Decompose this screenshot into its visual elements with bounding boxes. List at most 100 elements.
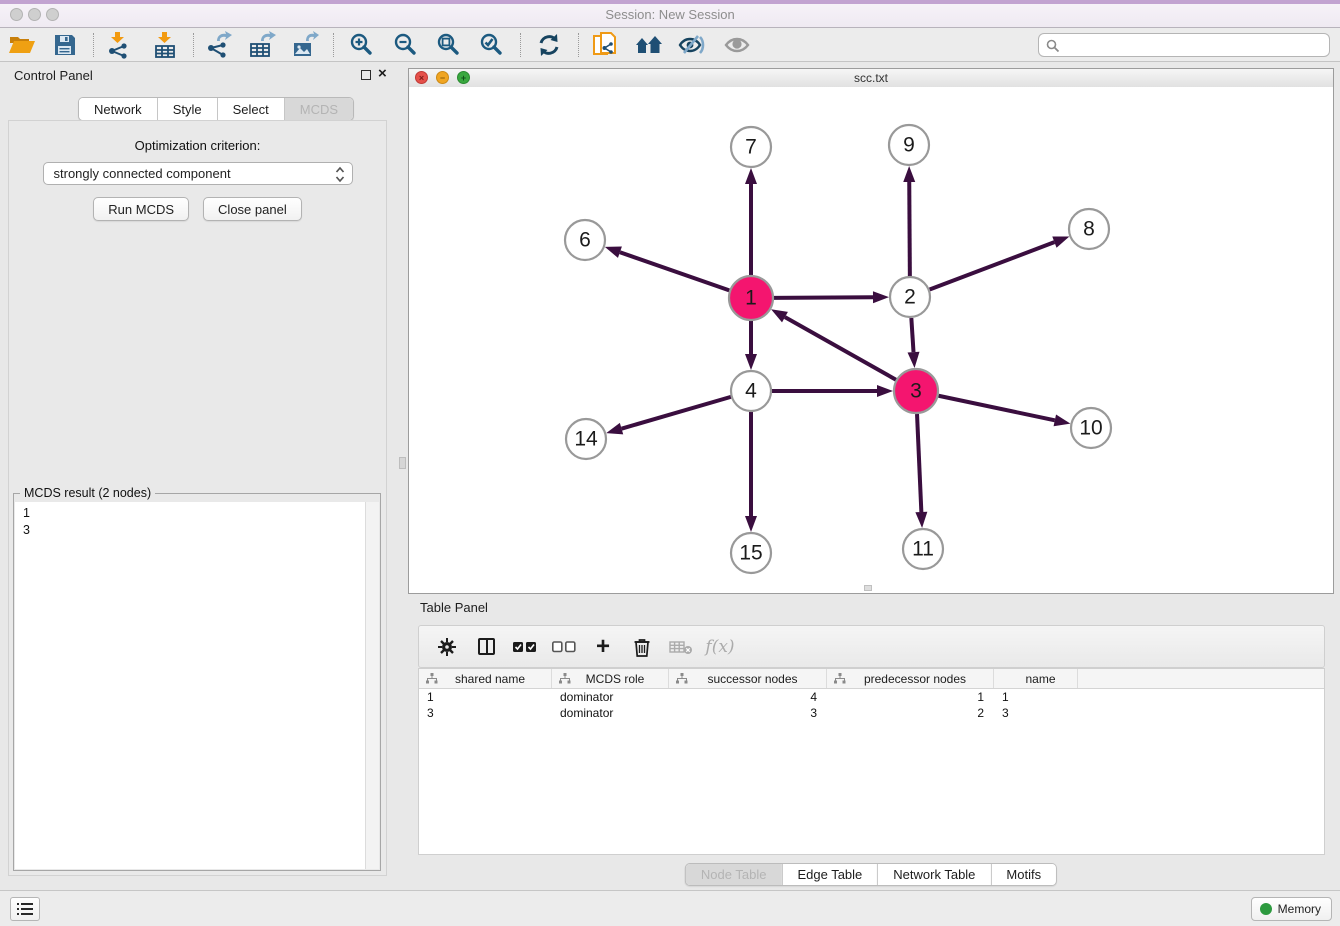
show-all-icon[interactable] [720, 30, 754, 60]
open-file-icon[interactable] [5, 30, 39, 60]
table-cell: 1 [994, 689, 1078, 705]
export-network-icon[interactable] [201, 30, 235, 60]
hide-selected-icon[interactable] [675, 30, 709, 60]
import-network-icon[interactable] [101, 30, 135, 60]
float-panel-icon[interactable] [361, 70, 371, 80]
edge-2-3[interactable] [911, 318, 913, 352]
node-label-8: 8 [1083, 218, 1095, 241]
column-header-successor-nodes[interactable]: successor nodes [669, 669, 827, 688]
frame-resize-handle[interactable] [864, 585, 872, 591]
tab-mcds[interactable]: MCDS [284, 98, 353, 120]
table-row[interactable]: 3dominator323 [419, 705, 1324, 721]
search-input[interactable] [1065, 35, 1327, 57]
export-image-icon[interactable] [288, 30, 322, 60]
table-body: 1dominator4113dominator323 [419, 689, 1324, 721]
toolbar-separator [333, 33, 334, 57]
network-window-titlebar[interactable]: × − + scc.txt [409, 69, 1333, 88]
edge-3-1[interactable] [785, 317, 896, 380]
mcds-result-list[interactable]: 13 [15, 502, 379, 869]
table-cell: 3 [669, 705, 827, 721]
tab-motifs[interactable]: Motifs [990, 864, 1056, 885]
status-bar: Memory [0, 890, 1340, 926]
table-header-row: shared nameMCDS rolesuccessor nodesprede… [419, 669, 1324, 689]
export-table-icon[interactable] [245, 30, 279, 60]
edge-4-14[interactable] [622, 397, 731, 429]
column-header-predecessor-nodes[interactable]: predecessor nodes [827, 669, 994, 688]
function-builder-icon[interactable]: f(x) [708, 635, 732, 659]
control-panel-header: Control Panel × [0, 62, 397, 88]
table-cell: 2 [827, 705, 994, 721]
node-label-3: 3 [910, 380, 922, 403]
settings-gear-icon[interactable] [435, 635, 459, 659]
mcds-result-group: MCDS result (2 nodes) 13 [13, 493, 381, 871]
zoom-fit-icon[interactable] [432, 30, 466, 60]
edge-1-6[interactable] [620, 252, 729, 290]
mcds-result-item[interactable]: 1 [15, 505, 379, 522]
splitter-handle[interactable] [399, 457, 406, 469]
memory-button[interactable]: Memory [1251, 897, 1332, 921]
task-history-button[interactable] [10, 897, 40, 921]
column-header-shared-name[interactable]: shared name [419, 669, 552, 688]
close-panel-button[interactable]: Close panel [203, 197, 302, 221]
window-titlebar: Session: New Session [0, 0, 1340, 28]
zoom-out-icon[interactable] [389, 30, 423, 60]
zoom-selected-icon[interactable] [475, 30, 509, 60]
clone-network-icon[interactable] [588, 30, 622, 60]
edge-1-2[interactable] [774, 297, 873, 298]
toolbar-separator [193, 33, 194, 57]
first-neighbors-icon[interactable] [632, 30, 666, 60]
node-table: shared nameMCDS rolesuccessor nodesprede… [418, 668, 1325, 855]
delete-table-icon[interactable] [669, 635, 693, 659]
mcds-result-item[interactable]: 3 [15, 522, 379, 539]
chevron-up-down-icon [333, 166, 347, 183]
network-canvas[interactable]: 7968124314101511 [409, 87, 1333, 593]
edge-3-10[interactable] [939, 396, 1055, 421]
deselect-all-icon[interactable] [552, 635, 576, 659]
toolbar-separator [578, 33, 579, 57]
network-window: × − + scc.txt 7968124314101511 [408, 68, 1334, 594]
node-label-9: 9 [903, 134, 915, 157]
run-mcds-button[interactable]: Run MCDS [93, 197, 189, 221]
search-icon [1046, 39, 1060, 53]
table-cell: 3 [994, 705, 1078, 721]
refresh-icon[interactable] [532, 30, 566, 60]
tab-network-table[interactable]: Network Table [877, 864, 990, 885]
memory-label: Memory [1278, 902, 1321, 916]
tab-node-table[interactable]: Node Table [686, 864, 782, 885]
table-cell: 4 [669, 689, 827, 705]
edge-3-11[interactable] [917, 414, 921, 512]
table-panel: Table Panel × + f(x) shared nameMCDS rol… [408, 595, 1334, 890]
scrollbar-track[interactable] [365, 502, 379, 869]
node-label-15: 15 [739, 542, 762, 565]
zoom-in-icon[interactable] [345, 30, 379, 60]
criterion-dropdown[interactable]: strongly connected component [43, 162, 353, 185]
column-header-MCDS-role[interactable]: MCDS role [552, 669, 669, 688]
tab-network[interactable]: Network [79, 98, 157, 120]
criterion-dropdown-value: strongly connected component [54, 166, 231, 181]
show-columns-icon[interactable] [474, 635, 498, 659]
tab-select[interactable]: Select [217, 98, 284, 120]
window-title: Session: New Session [0, 7, 1340, 22]
delete-column-icon[interactable] [630, 635, 654, 659]
save-session-icon[interactable] [48, 30, 82, 60]
add-column-icon[interactable]: + [591, 635, 615, 659]
table-row[interactable]: 1dominator411 [419, 689, 1324, 705]
column-header-name[interactable]: name [994, 669, 1078, 688]
tab-edge-table[interactable]: Edge Table [781, 864, 877, 885]
search-field[interactable] [1038, 33, 1330, 57]
close-panel-icon[interactable]: × [378, 65, 387, 83]
import-table-icon[interactable] [148, 30, 182, 60]
node-label-6: 6 [579, 229, 591, 252]
node-label-1: 1 [745, 287, 757, 310]
edge-2-8[interactable] [930, 242, 1055, 289]
select-all-icon[interactable] [513, 635, 537, 659]
titlebar-accent [0, 0, 1340, 4]
tab-style[interactable]: Style [157, 98, 217, 120]
toolbar-separator [93, 33, 94, 57]
table-cell: dominator [552, 689, 669, 705]
mcds-result-title: MCDS result (2 nodes) [20, 486, 155, 500]
memory-status-icon [1260, 903, 1272, 915]
edge-2-9[interactable] [909, 182, 910, 276]
node-label-10: 10 [1079, 417, 1102, 440]
node-label-7: 7 [745, 136, 757, 159]
